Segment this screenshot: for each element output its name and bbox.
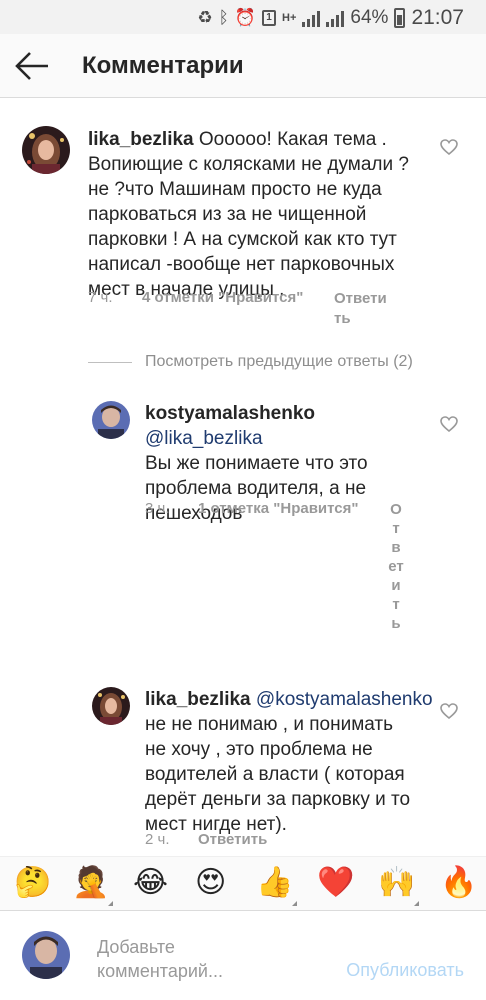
sync-icon: ♻: [197, 8, 213, 27]
comment-text-line: не ?что Машинам просто не куда: [88, 179, 382, 200]
comment-text-line: мест нигде нет).: [145, 814, 287, 835]
page-title: Комментарии: [82, 52, 244, 79]
facepalm-emoji-icon[interactable]: 🤦: [72, 865, 109, 901]
reply-button[interactable]: Ответить: [198, 831, 267, 848]
status-bar: ♻ ᛒ ⏰ 1 H+ 64% 21:07: [0, 0, 486, 34]
comment-likes-label: 1 отметка "Нравится": [198, 500, 359, 517]
comment-first-line: kostyamalashenko @lika_bezlika: [145, 401, 435, 451]
network-type-icon: H+: [282, 12, 297, 24]
comment-body: lika_bezlika Оооооо! Какая тема . Вопиющ…: [88, 127, 428, 302]
comment-text-line: Оооооо! Какая тема .: [198, 129, 387, 150]
avatar[interactable]: [22, 126, 70, 174]
heart-eyes-emoji-icon[interactable]: 😍: [195, 865, 226, 901]
arrow-left-icon[interactable]: [14, 50, 50, 82]
comment-username[interactable]: lika_bezlika: [145, 689, 251, 710]
status-icons: ♻ ᛒ ⏰ 1 H+ 64% 21:07: [197, 6, 464, 30]
comment-text-line: проблема водителя, а не: [145, 478, 367, 499]
avatar[interactable]: [92, 401, 130, 439]
comment-time: 3 ч.: [145, 500, 170, 517]
app-bar: Комментарии: [0, 34, 486, 98]
alarm-icon: ⏰: [234, 8, 257, 27]
comment-username[interactable]: kostyamalashenko: [145, 403, 315, 424]
publish-button[interactable]: Опубликовать: [346, 960, 464, 981]
reply-button[interactable]: Ответить: [388, 500, 404, 633]
comment-text-line: парковаться из за не чищенной: [88, 204, 367, 225]
thumbs-up-emoji-icon[interactable]: 👍: [256, 865, 293, 901]
sim-icon: 1: [262, 10, 277, 26]
comment-text-line: написал -вообще нет парковочных: [88, 254, 395, 275]
comment-text-line: не хочу , это проблема не: [145, 739, 373, 760]
red-heart-emoji-icon[interactable]: ❤️: [317, 865, 354, 901]
comment-body: lika_bezlika @kostyamalashenko не не пон…: [145, 687, 435, 837]
comment-text-line: Вопиющие с колясками не думали ?: [88, 154, 409, 175]
reply-button[interactable]: Ответи ть: [334, 289, 394, 329]
view-previous-replies-button[interactable]: Посмотреть предыдущие ответы (2): [145, 353, 413, 371]
reply-label: Ответить: [198, 831, 268, 848]
comment-composer: Добавьте комментарий... Опубликовать: [0, 910, 486, 1000]
comment-input[interactable]: Добавьте комментарий...: [97, 935, 297, 983]
comment-text-line: дерёт деньги за парковку и то: [145, 789, 411, 810]
signal-2-icon: [326, 9, 345, 27]
raised-hands-emoji-icon[interactable]: 🙌: [378, 865, 415, 901]
thinking-emoji-icon[interactable]: 🤔: [14, 865, 51, 901]
divider: [88, 362, 132, 363]
comment-time: 7 ч.: [88, 289, 113, 306]
clock: 21:07: [411, 6, 464, 29]
comment-text-line: водителей а власти ( которая: [145, 764, 405, 785]
joy-emoji-icon[interactable]: 😂: [133, 865, 168, 901]
comment-text-line: не не понимаю , и понимать: [145, 714, 394, 735]
battery-icon: [394, 8, 406, 28]
comment-mention[interactable]: @kostyamalashenko: [256, 689, 433, 710]
fire-emoji-icon[interactable]: 🔥: [440, 865, 477, 901]
heart-icon[interactable]: [440, 703, 458, 720]
variant-indicator-icon: [108, 901, 113, 906]
comment-text-line: Вы же понимаете что это: [145, 453, 368, 474]
battery-percent: 64%: [350, 7, 389, 28]
comment-first-line: lika_bezlika Оооооо! Какая тема .: [88, 127, 428, 152]
comment-likes[interactable]: 4 отметки "Нравится": [142, 289, 303, 306]
reply-label: Ответить: [388, 501, 404, 632]
avatar[interactable]: [92, 687, 130, 725]
comment-text-line: парковки ! А на сумской как кто тут: [88, 229, 397, 250]
signal-icon: [302, 9, 321, 27]
comment-time: 2 ч.: [145, 831, 170, 848]
bluetooth-icon: ᛒ: [218, 8, 229, 27]
comment-username[interactable]: lika_bezlika: [88, 129, 194, 150]
avatar: [22, 931, 70, 979]
comment-likes[interactable]: 1 отметка "Нравится": [198, 500, 359, 517]
variant-indicator-icon: [414, 901, 419, 906]
comment-first-line: lika_bezlika @kostyamalashenko: [145, 687, 435, 712]
reply-label: Ответи ть: [334, 290, 387, 327]
heart-icon[interactable]: [440, 139, 458, 156]
comment-mention[interactable]: @lika_bezlika: [145, 428, 263, 449]
emoji-bar: 🤔 🤦 😂 😍 👍 ❤️ 🙌 🔥: [0, 856, 486, 910]
comment-likes-label: 4 отметки "Нравится": [142, 289, 304, 306]
variant-indicator-icon: [292, 901, 297, 906]
heart-icon[interactable]: [440, 416, 458, 433]
